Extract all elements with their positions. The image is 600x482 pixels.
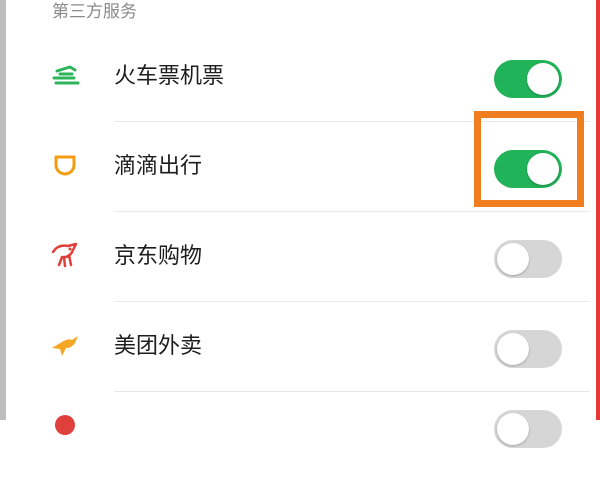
meituan-kangaroo-icon <box>48 328 82 362</box>
jd-dog-icon <box>48 238 82 272</box>
toggle-switch[interactable] <box>494 330 562 368</box>
section-title: 第三方服务 <box>52 2 137 22</box>
right-edge <box>596 0 600 420</box>
service-label: 京东购物 <box>114 244 203 269</box>
toggle-knob <box>497 243 529 275</box>
service-label: 火车票机票 <box>114 64 225 89</box>
toggle-knob <box>527 63 559 95</box>
service-label: 美团外卖 <box>114 334 203 359</box>
service-row-meituan[interactable]: 美团外卖 <box>0 302 590 392</box>
toggle-switch[interactable] <box>494 240 562 278</box>
map-pin-icon <box>48 408 82 442</box>
highlight-box <box>474 111 584 207</box>
service-row-train[interactable]: 火车票机票 <box>0 32 590 122</box>
toggle-knob <box>497 413 529 445</box>
train-ticket-icon <box>48 58 82 92</box>
toggle-switch[interactable] <box>494 60 562 98</box>
service-label: 滴滴出行 <box>114 154 203 179</box>
service-row-partial[interactable] <box>0 392 590 482</box>
toggle-switch[interactable] <box>494 410 562 448</box>
didi-icon <box>48 148 82 182</box>
toggle-knob <box>497 333 529 365</box>
service-row-jd[interactable]: 京东购物 <box>0 212 590 302</box>
